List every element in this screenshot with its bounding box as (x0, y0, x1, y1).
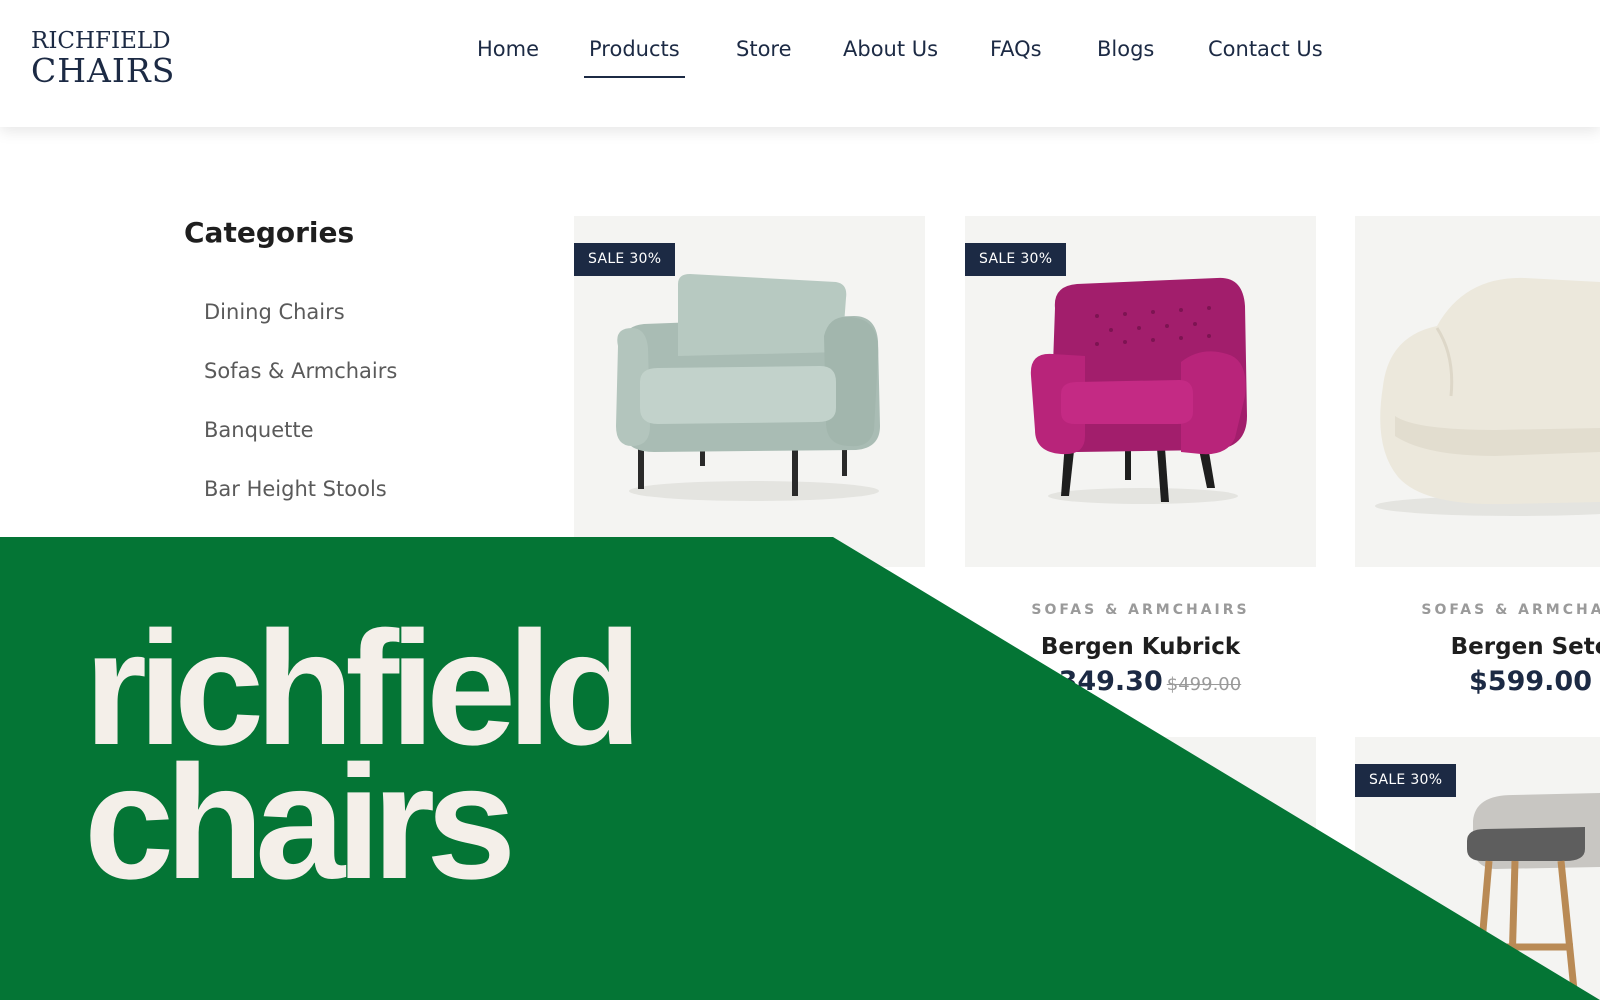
category-bar-height-stools[interactable]: Bar Height Stools (204, 477, 387, 501)
nav-contact-us[interactable]: Contact Us (1208, 37, 1323, 61)
product-category: SOFAS & ARMCHAIRS (1031, 602, 1250, 618)
nav-home[interactable]: Home (477, 37, 539, 61)
nav-products[interactable]: Products (584, 37, 685, 78)
product-image-bar-stool[interactable]: SALE 30% (1355, 737, 1600, 1000)
product-price: $599.00 (1355, 666, 1600, 697)
product-image-magenta-chair[interactable]: SALE 30% (965, 216, 1316, 567)
sale-badge: SALE 30% (574, 243, 676, 276)
category-dining-chairs[interactable]: Dining Chairs (204, 300, 345, 324)
product-category: SOFAS & ARMCHAIRS (1421, 602, 1600, 618)
nav-about-us[interactable]: About Us (843, 37, 938, 61)
product-price-value: $599.00 (1469, 666, 1592, 697)
category-banquette[interactable]: Banquette (204, 418, 314, 442)
nav-store[interactable]: Store (736, 37, 792, 61)
categories-heading: Categories (184, 216, 355, 249)
product-image-cream-chair[interactable] (1355, 216, 1600, 567)
product-price: $349.30 $499.00 (965, 666, 1316, 697)
logo-line-2: CHAIRS (31, 51, 176, 90)
sale-badge: SALE 30% (1355, 764, 1457, 797)
nav-faqs[interactable]: FAQs (990, 37, 1042, 61)
sale-price: $349.30 (1039, 666, 1163, 697)
sale-badge: SALE 30% (965, 243, 1067, 276)
product-name[interactable]: Bergen Kubrick (965, 634, 1316, 660)
product-name[interactable]: Bergen Sete (1355, 634, 1600, 660)
logo-line-1: RICHFIELD (31, 28, 171, 54)
site-logo[interactable]: RICHFIELD CHAIRS (31, 28, 176, 90)
product-image-sage-armchair[interactable]: SALE 30% (574, 216, 925, 567)
nav-blogs[interactable]: Blogs (1097, 37, 1154, 61)
site-header: RICHFIELD CHAIRS Home Products Store Abo… (0, 0, 1600, 127)
brand-wordmark: richfield chairs (84, 608, 642, 904)
category-sofas-armchairs[interactable]: Sofas & Armchairs (204, 359, 397, 383)
original-price: $499.00 (1166, 674, 1242, 695)
cream-chair-illustration (1375, 277, 1600, 516)
product-image-row2-col2[interactable] (965, 737, 1316, 1000)
